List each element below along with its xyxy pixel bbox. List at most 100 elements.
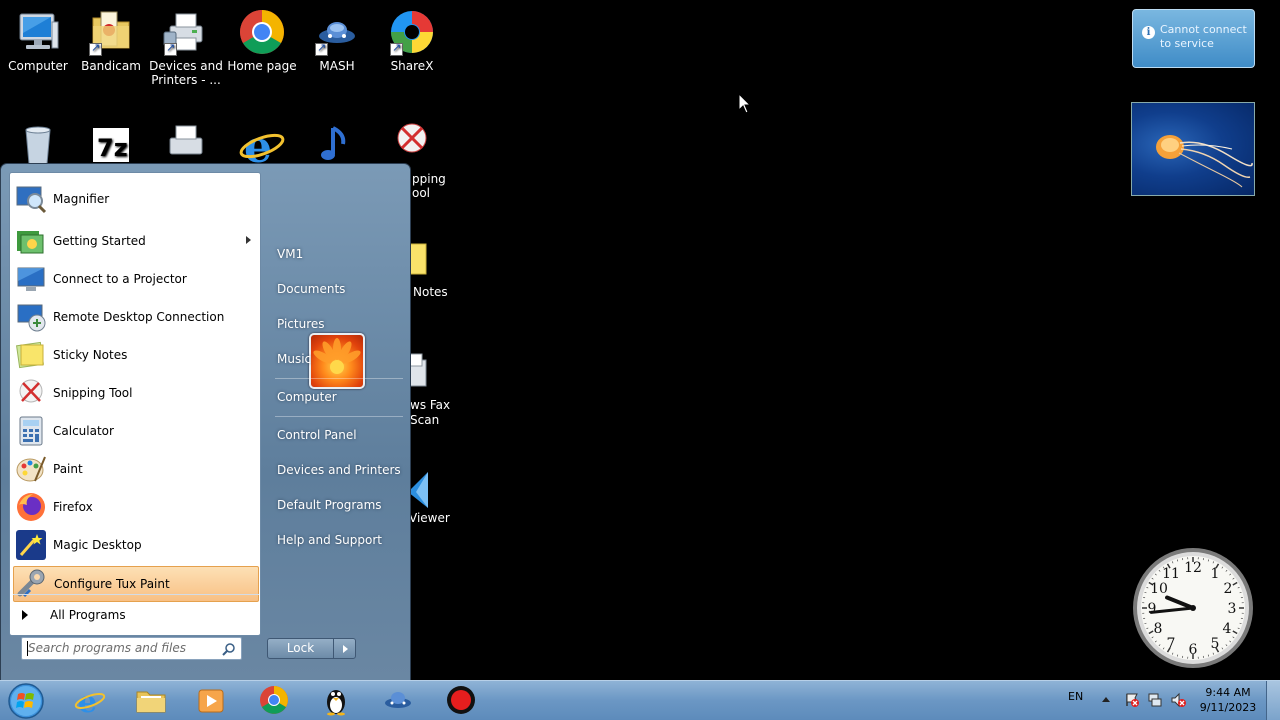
program-configure-tux-paint[interactable]: Configure Tux Paint xyxy=(13,566,259,602)
show-hidden-icons-button[interactable] xyxy=(1102,697,1110,702)
taskbar-tux-paint[interactable] xyxy=(308,682,364,718)
mash-icon xyxy=(385,692,411,708)
printer-icon xyxy=(162,8,210,56)
program-sticky-notes[interactable]: Sticky Notes xyxy=(13,337,259,373)
bandicam-icon xyxy=(87,8,135,56)
label-line: pping xyxy=(412,172,446,186)
label-line: Scan xyxy=(410,413,440,427)
program-paint[interactable]: Paint xyxy=(13,451,259,487)
program-label: Snipping Tool xyxy=(53,386,133,400)
desktop-icon-label: Computer xyxy=(8,59,68,73)
desktop-icon-home-page[interactable]: Home page xyxy=(224,8,300,73)
snipping-tool-icon xyxy=(388,120,436,168)
clock-time: 9:44 AM xyxy=(1205,686,1251,699)
show-desktop-button[interactable] xyxy=(1266,681,1280,720)
desktop-icon-label: MASH xyxy=(319,59,355,73)
lock-button[interactable]: Lock xyxy=(267,638,334,659)
sticky-notes-icon xyxy=(15,339,47,371)
desktop-icon-computer[interactable]: Computer xyxy=(0,8,76,73)
start-button[interactable] xyxy=(5,681,47,720)
program-label: Paint xyxy=(53,462,83,476)
projector-icon xyxy=(15,263,47,295)
taskbar-chrome[interactable] xyxy=(246,682,302,718)
jellyfish-image xyxy=(1156,135,1253,188)
system-clock[interactable]: 9:44 AM 9/11/2023 xyxy=(1196,685,1260,715)
printer-icon xyxy=(162,120,210,168)
volume-muted-icon[interactable] xyxy=(1170,692,1186,708)
notification-gadget[interactable]: i Cannot connect to service xyxy=(1132,9,1255,68)
desktop-icon-viewer-label: Viewer xyxy=(409,511,450,525)
svg-text:12: 12 xyxy=(1184,560,1202,576)
program-magnifier[interactable]: Magnifier xyxy=(13,181,259,217)
link-pictures[interactable]: Pictures xyxy=(269,310,403,338)
info-icon: i xyxy=(1142,26,1155,39)
7zip-icon: 7z xyxy=(87,120,135,168)
svg-text:10: 10 xyxy=(1150,581,1168,597)
taskbar-file-explorer[interactable] xyxy=(123,682,179,718)
computer-icon xyxy=(14,8,62,56)
all-programs-button[interactable]: All Programs xyxy=(13,603,259,627)
search-input[interactable]: Search programs and files xyxy=(21,637,242,660)
text-caret xyxy=(27,641,28,656)
taskbar-mash[interactable] xyxy=(370,682,426,718)
desktop-icon-mash[interactable]: MASH xyxy=(299,8,375,73)
submenu-arrow-icon xyxy=(246,236,251,244)
separator xyxy=(275,416,403,417)
getting-started-icon xyxy=(15,225,47,257)
program-getting-started[interactable]: Getting Started xyxy=(13,223,259,259)
start-menu: Magnifier Getting Started Connect to a P… xyxy=(0,163,411,681)
media-player-icon xyxy=(198,689,224,713)
link-help-support[interactable]: Help and Support xyxy=(269,526,403,554)
file-explorer-icon xyxy=(136,691,166,713)
label-line: ool xyxy=(412,186,431,200)
tux-paint-config-icon xyxy=(16,568,48,600)
svg-text:4: 4 xyxy=(1223,621,1232,637)
link-computer[interactable]: Computer xyxy=(269,383,403,411)
program-snipping-tool[interactable]: Snipping Tool xyxy=(13,375,259,411)
link-user-folder[interactable]: VM1 xyxy=(269,240,403,268)
program-calculator[interactable]: Calculator xyxy=(13,413,259,449)
svg-text:8: 8 xyxy=(1154,621,1163,637)
desktop-icon-label: Devices and Printers - ... xyxy=(149,59,223,87)
magic-desktop-icon xyxy=(15,529,47,561)
link-devices-printers[interactable]: Devices and Printers xyxy=(269,456,403,484)
program-magic-desktop[interactable]: Magic Desktop xyxy=(13,527,259,563)
shortcut-arrow-icon xyxy=(89,41,102,56)
desktop-icon-sharex[interactable]: ShareX xyxy=(374,8,450,73)
svg-text:9: 9 xyxy=(1148,601,1157,617)
mouse-cursor-icon xyxy=(738,93,752,114)
desktop-icon-devices-printers[interactable]: Devices and Printers - ... xyxy=(148,8,224,87)
record-icon xyxy=(447,686,475,714)
magnifier-icon xyxy=(15,183,47,215)
all-programs-label: All Programs xyxy=(50,608,126,622)
desktop-icon-fax-label: ws Fax Scan xyxy=(410,398,450,428)
language-indicator[interactable]: EN xyxy=(1068,690,1083,703)
search-placeholder: Search programs and files xyxy=(28,641,186,655)
slideshow-gadget[interactable] xyxy=(1131,102,1255,196)
link-default-programs[interactable]: Default Programs xyxy=(269,491,403,519)
all-programs-arrow-icon xyxy=(22,610,28,620)
svg-text:5: 5 xyxy=(1211,636,1220,652)
program-remote-desktop[interactable]: Remote Desktop Connection xyxy=(13,299,259,335)
action-center-icon[interactable] xyxy=(1124,692,1140,708)
link-music[interactable]: Music xyxy=(269,345,403,373)
firefox-icon xyxy=(15,491,47,523)
link-control-panel[interactable]: Control Panel xyxy=(269,421,403,449)
network-icon[interactable] xyxy=(1147,692,1163,708)
link-documents[interactable]: Documents xyxy=(269,275,403,303)
search-icon[interactable] xyxy=(222,642,236,656)
taskbar-media-player[interactable] xyxy=(183,682,239,718)
paint-icon xyxy=(15,453,47,485)
taskbar-record[interactable] xyxy=(433,682,489,718)
program-connect-projector[interactable]: Connect to a Projector xyxy=(13,261,259,297)
program-label: Magnifier xyxy=(53,192,110,206)
taskbar-internet-explorer[interactable]: e xyxy=(62,682,118,718)
desktop-icon-bandicam[interactable]: Bandicam xyxy=(73,8,149,73)
shutdown-options-button[interactable] xyxy=(333,638,356,659)
desktop-icon-label: Home page xyxy=(227,59,297,73)
program-firefox[interactable]: Firefox xyxy=(13,489,259,525)
desktop-icon-label: Bandicam xyxy=(81,59,141,73)
svg-text:2: 2 xyxy=(1224,581,1233,597)
calculator-icon xyxy=(15,415,47,447)
svg-text:7z: 7z xyxy=(97,134,128,162)
